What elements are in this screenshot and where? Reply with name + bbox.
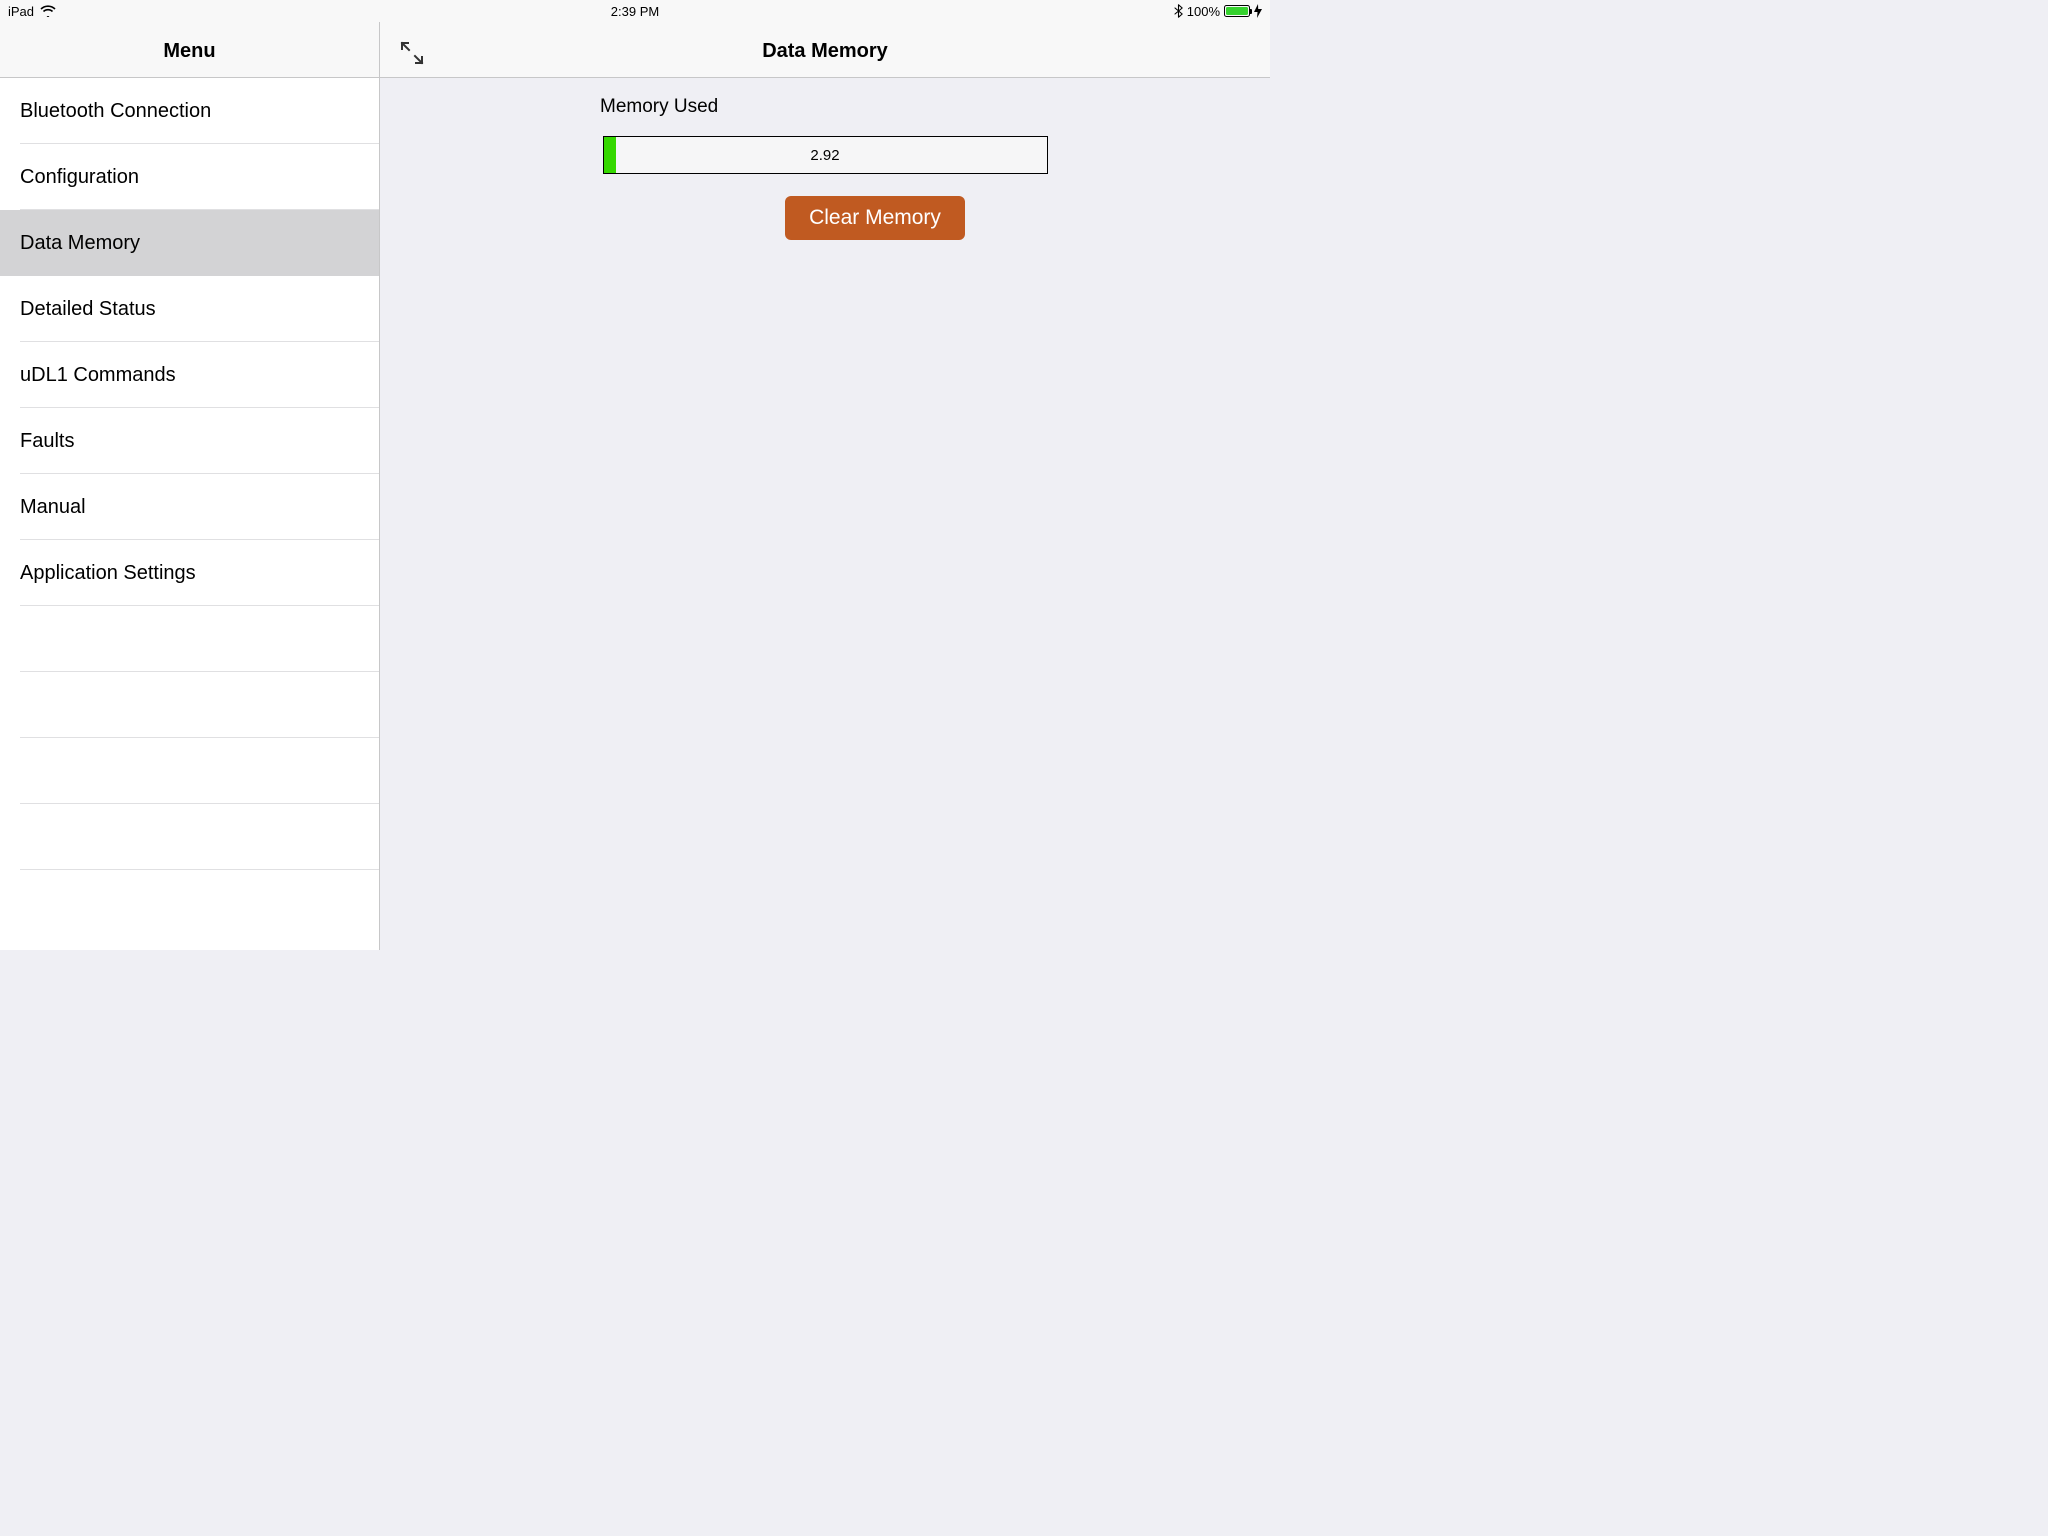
menu-item-label: Detailed Status — [20, 298, 156, 321]
memory-progress-fill — [604, 137, 617, 173]
battery-percent: 100% — [1187, 4, 1220, 19]
expand-icon[interactable] — [398, 39, 426, 67]
menu-item-configuration[interactable]: Configuration — [0, 144, 379, 210]
menu-item-manual[interactable]: Manual — [0, 474, 379, 540]
status-right: 100% — [1174, 4, 1262, 19]
menu-item-faults[interactable]: Faults — [0, 408, 379, 474]
menu-item-empty — [0, 672, 379, 738]
battery-icon — [1224, 5, 1250, 17]
menu-item-application-settings[interactable]: Application Settings — [0, 540, 379, 606]
status-left: iPad — [8, 4, 56, 19]
menu-item-detailed-status[interactable]: Detailed Status — [0, 276, 379, 342]
menu-item-empty — [0, 738, 379, 804]
menu-item-label: Faults — [20, 430, 74, 453]
menu-item-label: Configuration — [20, 166, 139, 189]
menu-item-label: Data Memory — [20, 232, 140, 255]
content-title: Data Memory — [762, 40, 888, 63]
bluetooth-icon — [1174, 4, 1183, 18]
memory-progress-value: 2.92 — [810, 147, 839, 164]
menu-item-empty — [0, 804, 379, 870]
menu-item-empty — [0, 606, 379, 672]
charging-icon — [1254, 4, 1262, 18]
status-time: 2:39 PM — [611, 4, 659, 19]
status-bar: iPad 2:39 PM 100% — [0, 0, 1270, 22]
sidebar-title: Menu — [163, 40, 215, 63]
wifi-icon — [40, 5, 56, 17]
menu-item-bluetooth-connection[interactable]: Bluetooth Connection — [0, 78, 379, 144]
battery-fill — [1226, 7, 1248, 15]
menu-item-data-memory[interactable]: Data Memory — [0, 210, 379, 276]
memory-section: Memory Used 2.92 Clear Memory — [600, 96, 1050, 240]
memory-used-label: Memory Used — [600, 96, 718, 118]
content-pane: Data Memory Memory Used 2.92 Clear Memor… — [380, 0, 1270, 950]
menu-item-udl1-commands[interactable]: uDL1 Commands — [0, 342, 379, 408]
clear-memory-button[interactable]: Clear Memory — [785, 196, 965, 240]
memory-progress-bar: 2.92 — [603, 136, 1048, 174]
menu-item-label: Bluetooth Connection — [20, 100, 211, 123]
menu-item-label: uDL1 Commands — [20, 364, 176, 387]
content-body: Memory Used 2.92 Clear Memory — [380, 78, 1270, 950]
sidebar: Menu Bluetooth Connection Configuration Da… — [0, 0, 380, 950]
device-label: iPad — [8, 4, 34, 19]
menu-item-label: Manual — [20, 496, 86, 519]
app-root: Menu Bluetooth Connection Configuration Da… — [0, 0, 1270, 950]
menu-item-label: Application Settings — [20, 562, 196, 585]
menu-list: Bluetooth Connection Configuration Data Me… — [0, 78, 379, 950]
